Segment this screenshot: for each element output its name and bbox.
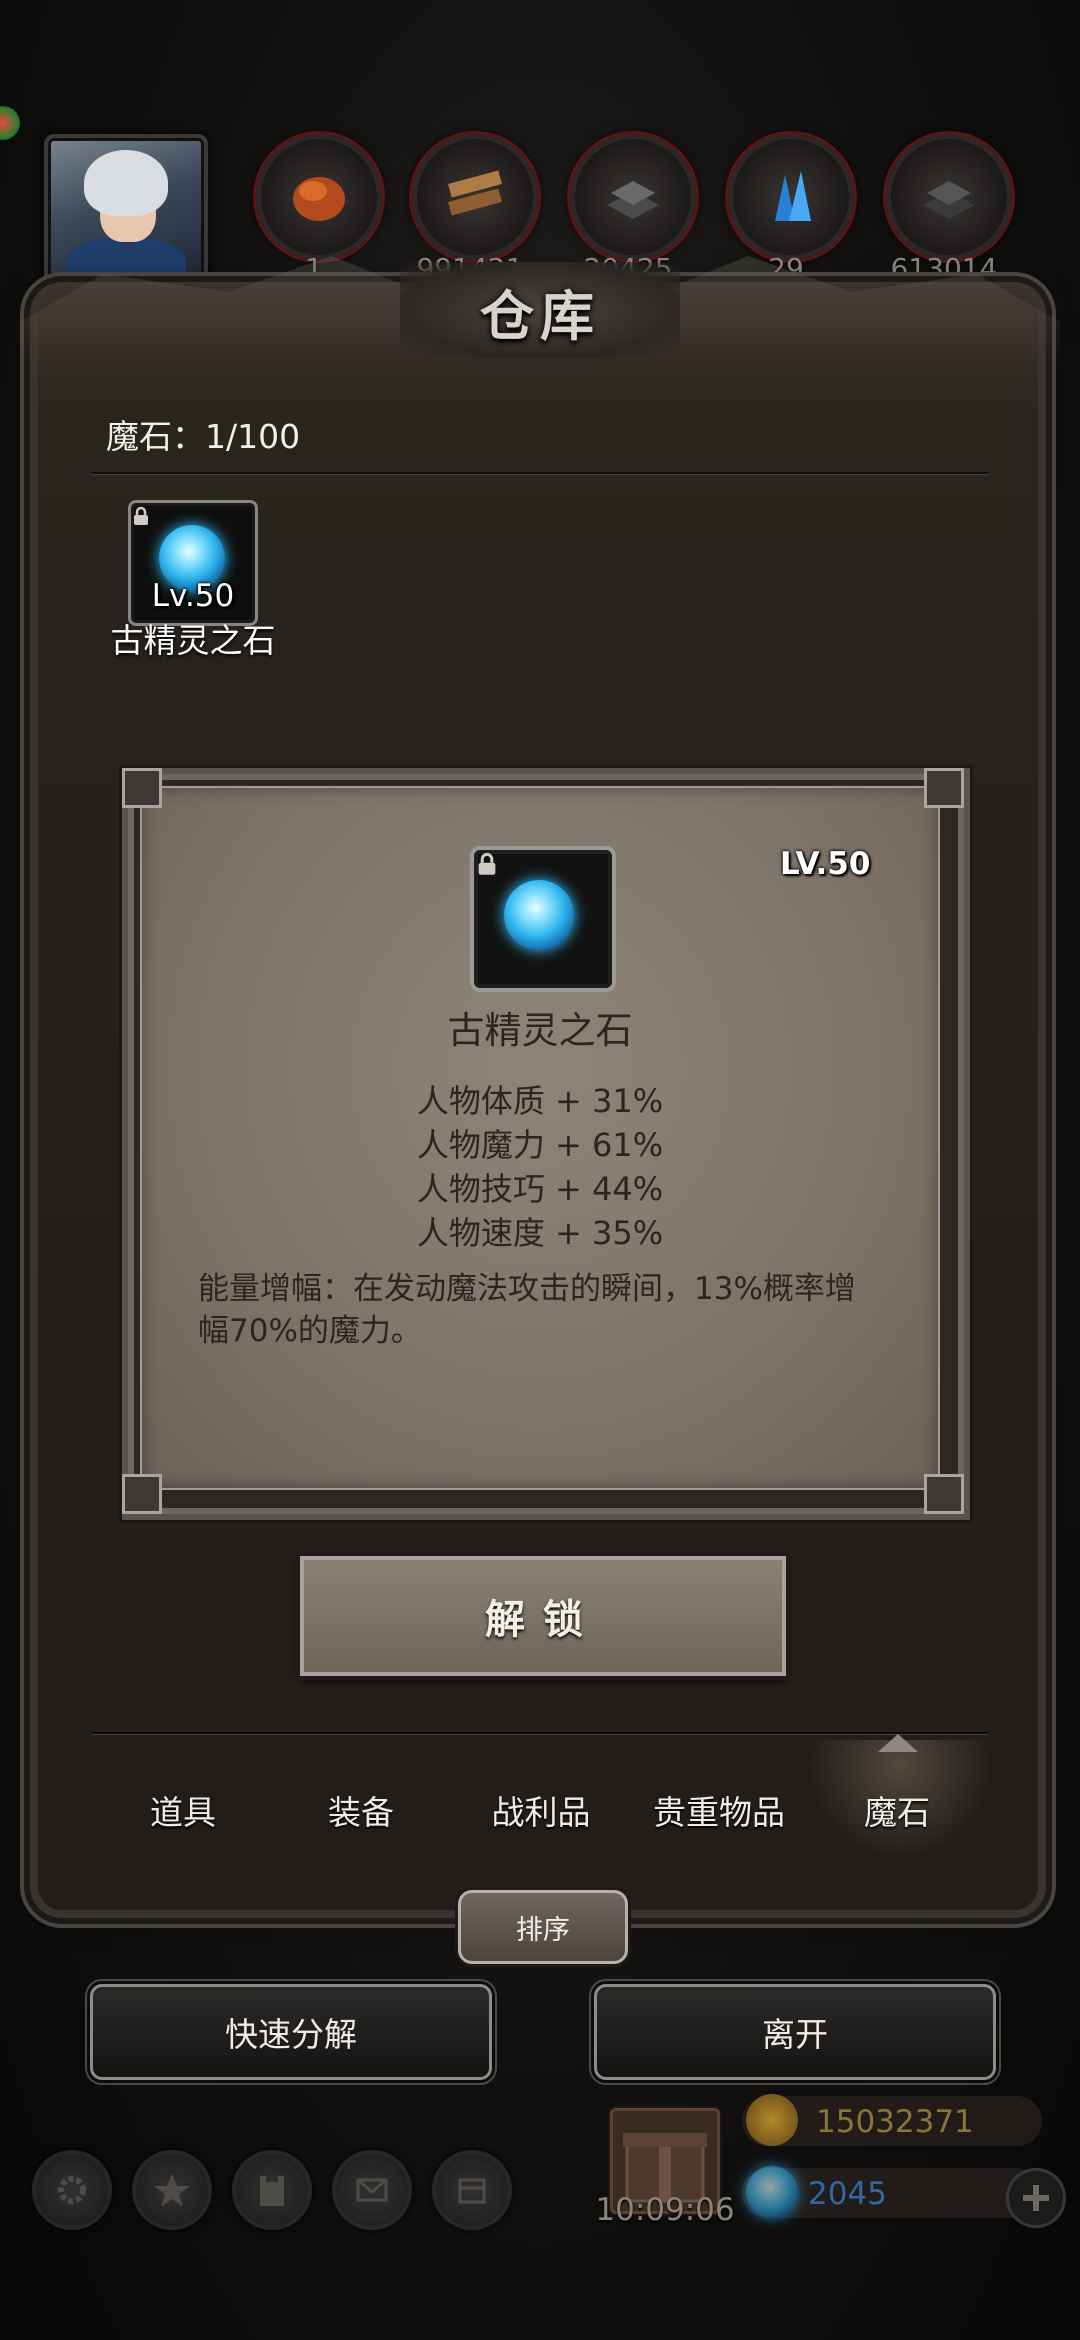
item-level: Lv.50 (151, 578, 235, 614)
box-icon (458, 2178, 486, 2204)
sort-button[interactable]: 排序 (458, 1890, 628, 1964)
plus-icon (1023, 2185, 1049, 2211)
leave-button[interactable]: 离开 (594, 1984, 996, 2080)
lock-icon (478, 852, 496, 875)
sort-button-label: 排序 (516, 1914, 570, 1946)
unlock-button-label: 解锁 (485, 1597, 601, 1643)
hud-achievements[interactable] (132, 2150, 212, 2230)
castle-icon (260, 2176, 284, 2206)
stat-line: 人物技巧 + 44% (416, 1170, 664, 1208)
steel-ingot-icon (923, 181, 975, 219)
divider (92, 472, 988, 474)
detail-level: LV.50 (780, 846, 871, 882)
gift-timer: 10:09:06 (595, 2192, 735, 2228)
gem-currency-icon (746, 2166, 798, 2218)
resource-slot-iron[interactable] (570, 134, 696, 260)
gear-icon (58, 2176, 86, 2204)
magic-stone-count: 魔石：1/100 (106, 417, 301, 456)
stat-line: 人物体质 + 31% (416, 1082, 664, 1120)
skill-description: 能量增幅：在发动魔法攻击的瞬间，13%概率增 幅70%的魔力。 (198, 1268, 878, 1352)
mail-icon (356, 2178, 388, 2202)
iron-ingot-icon (607, 181, 659, 219)
tab-loot[interactable]: 战利品 (452, 1786, 630, 1834)
gold-coin-icon (746, 2094, 798, 2146)
hud-guild[interactable] (232, 2150, 312, 2230)
resource-slot-wood[interactable] (412, 134, 538, 260)
tab-equipment[interactable]: 装备 (272, 1786, 450, 1834)
card-corner (924, 768, 964, 808)
leather-icon (293, 177, 345, 221)
item-name: 古精灵之石 (110, 621, 276, 660)
stat-line: 人物速度 + 35% (416, 1214, 664, 1252)
gem-amount: 2045 (808, 2176, 887, 2212)
resource-slot-steel[interactable] (886, 134, 1012, 260)
star-icon (154, 2174, 190, 2207)
tab-valuables[interactable]: 贵重物品 (630, 1786, 808, 1834)
quick-decompose-button[interactable]: 快速分解 (90, 1984, 492, 2080)
detail-item-name: 古精灵之石 (447, 1009, 633, 1052)
card-corner (122, 1474, 162, 1514)
card-corner (924, 1474, 964, 1514)
blue-orb-gem-icon (504, 880, 574, 950)
card-corner (122, 768, 162, 808)
status-dot-icon (0, 106, 20, 140)
player-avatar[interactable] (44, 134, 208, 290)
quick-decompose-label: 快速分解 (225, 2015, 357, 2054)
wood-plank-icon (448, 170, 502, 216)
skill-description-line: 幅70%的魔力。 (198, 1313, 422, 1349)
gold-amount: 15032371 (816, 2104, 974, 2140)
stat-line: 人物魔力 + 61% (416, 1126, 664, 1164)
resource-slot-crystal[interactable] (728, 134, 854, 260)
lock-icon (134, 506, 148, 525)
hud-shop[interactable] (432, 2150, 512, 2230)
blue-crystal-icon (775, 171, 811, 221)
unlock-button[interactable]: 解锁 (300, 1556, 786, 1676)
hud-mail[interactable] (332, 2150, 412, 2230)
tab-items[interactable]: 道具 (94, 1786, 272, 1834)
skill-description-line: 能量增幅：在发动魔法攻击的瞬间，13%概率增 (198, 1271, 856, 1307)
leave-label: 离开 (762, 2015, 828, 2054)
tab-magic-stones[interactable]: 魔石 (808, 1786, 986, 1834)
add-currency-button[interactable] (1006, 2168, 1066, 2228)
resource-slot-hide[interactable] (256, 134, 382, 260)
divider (92, 1732, 988, 1734)
hud-settings[interactable] (32, 2150, 112, 2230)
panel-title: 仓库 (480, 285, 600, 348)
